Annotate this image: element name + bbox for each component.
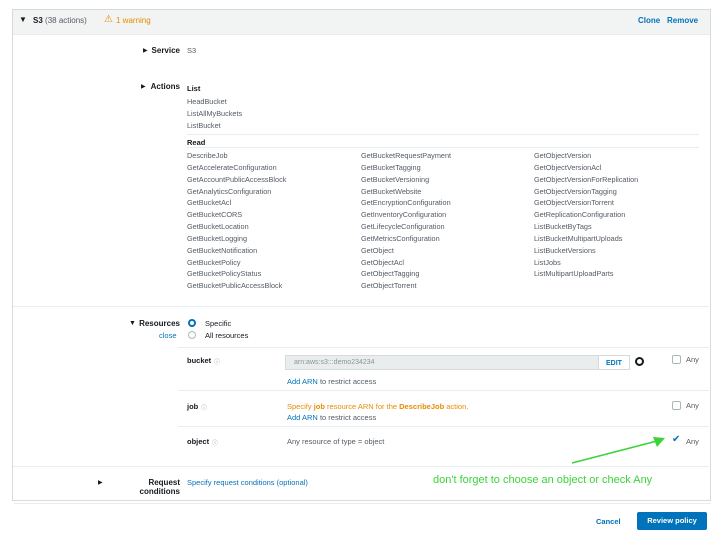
all-resources-radio[interactable] (188, 331, 196, 339)
bucket-divider (178, 390, 709, 391)
read-action-item: GetBucketLocation (187, 222, 249, 232)
read-action-item: GetBucketPolicy (187, 257, 241, 267)
object-description: Any resource of type = object (287, 437, 385, 446)
read-action-item: GetLifecycleConfiguration (361, 222, 445, 232)
read-action-item: GetObjectAcl (361, 257, 404, 267)
specific-radio[interactable] (188, 319, 196, 327)
warning-icon: ⚠ (104, 14, 113, 25)
bucket-info-icon[interactable]: ⓘ (214, 357, 220, 366)
read-action-item: GetBucketWebsite (361, 186, 422, 196)
read-action-item: DescribeJob (187, 151, 228, 160)
read-action-item: ListBucketMultipartUploads (534, 233, 623, 243)
review-policy-button[interactable]: Review policy (637, 512, 707, 530)
bucket-add-arn-link[interactable]: Add ARN (287, 377, 318, 386)
list-action-item: HeadBucket (187, 97, 227, 106)
service-label[interactable]: Service (150, 46, 180, 55)
job-any-label[interactable]: Any (686, 401, 699, 410)
read-action-item: GetObjectVersionForReplication (534, 174, 639, 184)
object-info-icon[interactable]: ⓘ (212, 438, 218, 447)
job-any-checkbox[interactable] (672, 401, 681, 410)
read-action-item: GetObjectVersionAcl (534, 162, 602, 172)
read-action-item: GetMetricsConfiguration (361, 233, 440, 243)
list-divider (187, 134, 699, 135)
list-actions: HeadBucket ListAllMyBuckets ListBucket (187, 96, 242, 132)
read-action-item: GetBucketVersioning (361, 174, 430, 184)
read-action-item: ListJobs (534, 257, 561, 267)
read-action-item: GetBucketLogging (187, 233, 248, 243)
read-action-item: GetObject (361, 245, 394, 255)
read-action-item: GetReplicationConfiguration (534, 210, 626, 220)
service-value: S3 (187, 46, 197, 55)
request-conditions-label[interactable]: Request conditions (106, 478, 180, 496)
warning-count[interactable]: 1 warning (116, 16, 151, 25)
bucket-edit-button[interactable]: EDIT (598, 355, 630, 370)
section-divider (13, 306, 709, 307)
clone-link[interactable]: Clone (638, 16, 660, 25)
read-action-item: GetBucketRequestPayment (361, 151, 452, 160)
bucket-any-checkbox[interactable] (672, 355, 681, 364)
job-warning: Specify job resource ARN for the Describ… (287, 402, 469, 411)
read-action-item: GetObjectTagging (361, 269, 420, 279)
read-actions-col3: GetObjectVersion GetObjectVersionAcl GetOb… (534, 150, 638, 280)
cancel-button[interactable]: Cancel (596, 517, 621, 526)
expand-conditions-icon[interactable]: ▶ (98, 479, 103, 486)
service-title: S3 (38 actions) (33, 16, 87, 25)
specific-label[interactable]: Specific (205, 319, 231, 328)
resources-close-link[interactable]: close (159, 331, 177, 340)
job-add-arn-link[interactable]: Add ARN (287, 413, 318, 422)
read-action-item: GetAnalyticsConfiguration (187, 186, 272, 196)
collapse-resources-icon[interactable]: ▼ (129, 320, 136, 327)
read-divider (187, 147, 699, 148)
read-action-item: ListBucketVersions (534, 245, 596, 255)
read-action-item: GetAccelerateConfiguration (187, 162, 277, 172)
read-action-item: GetBucketAcl (187, 198, 232, 208)
read-action-item: GetInventoryConfiguration (361, 210, 447, 220)
read-action-item: GetBucketPolicyStatus (187, 269, 262, 279)
read-action-item: ListBucketByTags (534, 222, 592, 232)
list-action-item: ListBucket (187, 120, 221, 130)
resources-divider (178, 347, 709, 348)
object-any-label[interactable]: Any (686, 437, 699, 446)
job-label: job (187, 402, 199, 411)
read-action-item: GetObjectVersionTagging (534, 186, 617, 196)
bucket-label: bucket (187, 356, 212, 365)
list-action-item: ListAllMyBuckets (187, 108, 243, 118)
read-heading: Read (187, 138, 206, 147)
job-info-icon[interactable]: ⓘ (201, 403, 207, 412)
object-label: object (187, 437, 210, 446)
read-action-item: GetObjectVersionTorrent (534, 198, 614, 208)
bucket-arn-field: arn:aws:s3:::demo234234 (285, 355, 630, 370)
expand-service-icon[interactable]: ▶ (143, 47, 148, 54)
read-actions-col2: GetBucketRequestPayment GetBucketTagging G… (361, 150, 451, 292)
read-action-item: GetBucketNotification (187, 245, 258, 255)
remove-arn-icon[interactable] (635, 357, 644, 366)
bucket-any-label[interactable]: Any (686, 355, 699, 364)
read-actions-col1: DescribeJob GetAccelerateConfiguration Get… (187, 150, 286, 292)
resources-label[interactable]: Resources (138, 319, 180, 328)
request-conditions-link[interactable]: Specify request conditions (optional) (187, 478, 308, 487)
read-action-item: GetBucketTagging (361, 162, 421, 172)
read-action-item: GetBucketCORS (187, 210, 243, 220)
list-heading: List (187, 84, 201, 93)
read-action-item: GetBucketPublicAccessBlock (187, 281, 283, 291)
read-action-item: GetObjectVersion (534, 151, 592, 160)
read-action-item: GetEncryptionConfiguration (361, 198, 451, 208)
expand-actions-icon[interactable]: ▶ (141, 83, 146, 90)
annotation-text: don't forget to choose an object or chec… (433, 474, 653, 486)
read-action-item: ListMultipartUploadParts (534, 269, 614, 279)
annotation-arrow (571, 437, 665, 464)
read-action-item: GetAccountPublicAccessBlock (187, 174, 287, 184)
service-block-header[interactable]: ▼ S3 (38 actions) ⚠ 1 warning Clone Remo… (13, 10, 710, 35)
actions-label[interactable]: Actions (148, 82, 180, 91)
collapse-caret-icon[interactable]: ▼ (19, 15, 27, 24)
all-resources-label[interactable]: All resources (205, 331, 248, 340)
remove-link[interactable]: Remove (667, 16, 698, 25)
job-divider (178, 426, 709, 427)
read-action-item: GetObjectTorrent (361, 281, 417, 291)
